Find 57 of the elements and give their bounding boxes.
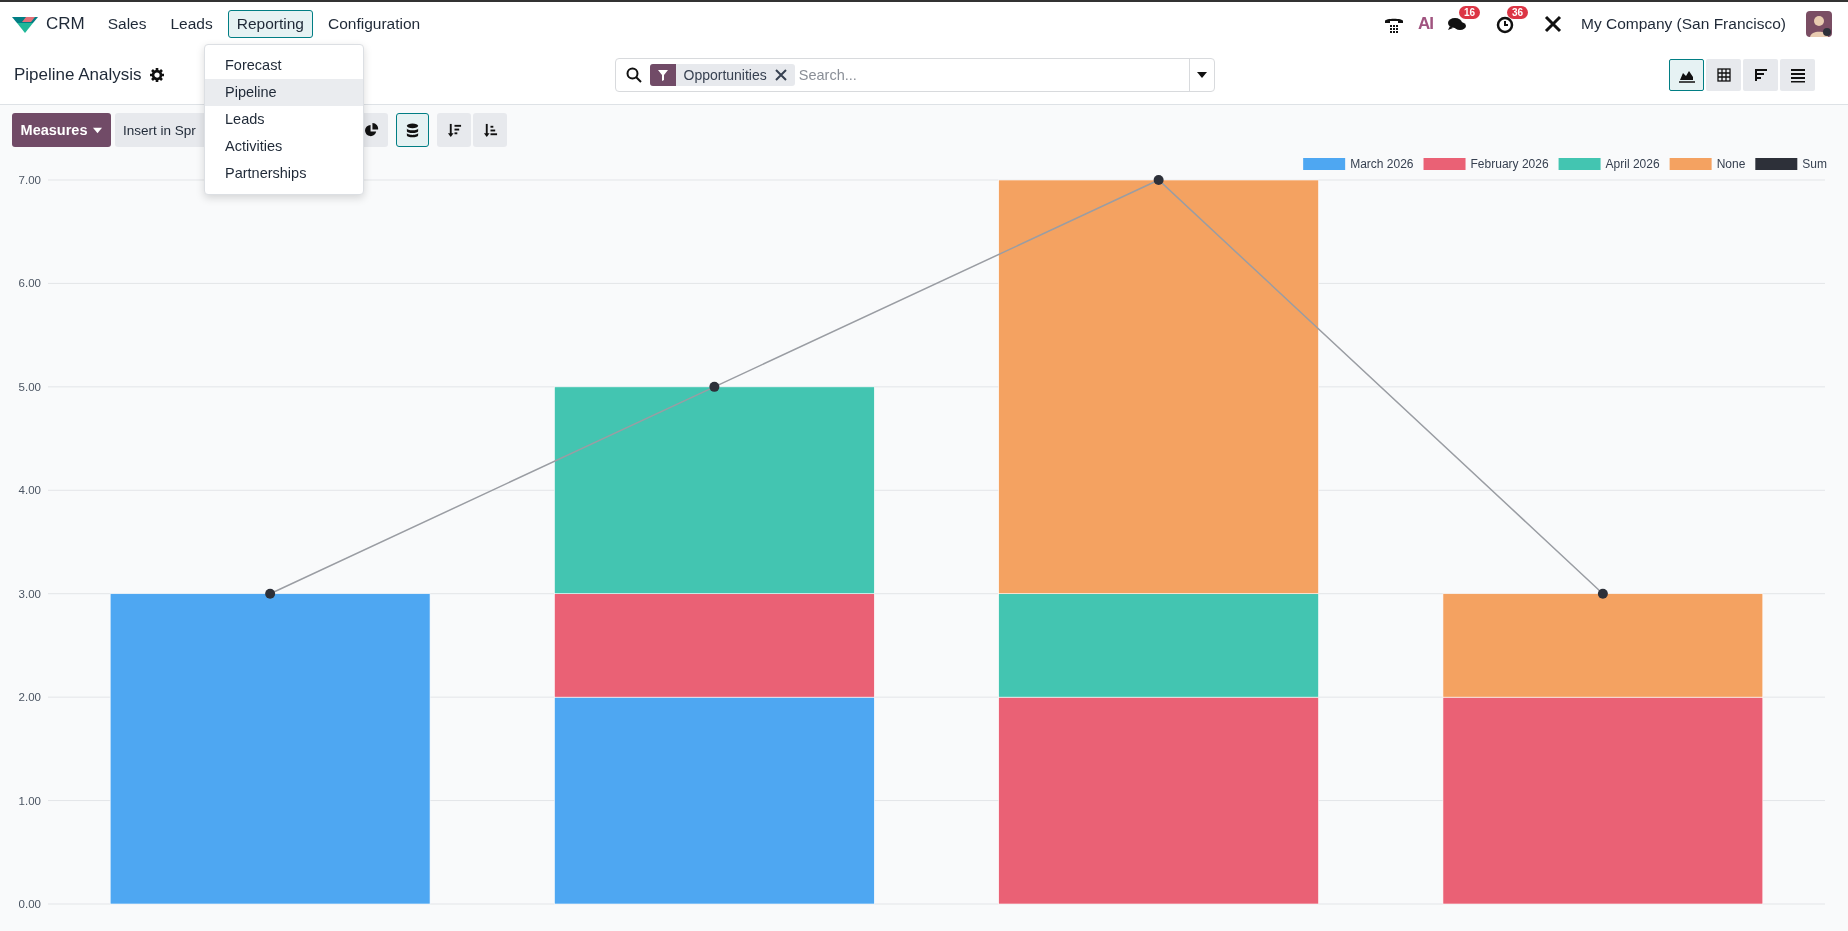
data-point[interactable] bbox=[1153, 175, 1164, 185]
menu-item[interactable]: Reporting bbox=[227, 10, 313, 38]
data-point[interactable] bbox=[265, 588, 276, 599]
search-field[interactable]: Opportunities Search... bbox=[614, 58, 1215, 92]
axis-label: 0.00 bbox=[18, 898, 41, 910]
logo-icon[interactable] bbox=[12, 15, 38, 33]
sort-icon bbox=[482, 122, 498, 138]
list-icon bbox=[1789, 67, 1806, 83]
company-switcher[interactable]: My Company (San Francisco) bbox=[1581, 15, 1786, 33]
measures-button[interactable]: Measures bbox=[12, 113, 111, 147]
page-title: Pipeline Analysis bbox=[14, 65, 142, 85]
axis-label: 7.00 bbox=[18, 174, 41, 186]
menu-item[interactable]: Leads bbox=[205, 106, 363, 133]
clock-icon[interactable] bbox=[1495, 14, 1515, 34]
filter-icon bbox=[649, 64, 676, 86]
close-icon[interactable] bbox=[774, 69, 787, 81]
sort-button[interactable] bbox=[437, 113, 471, 147]
ai-logo[interactable]: AI bbox=[1418, 14, 1433, 34]
axis-label: 6.00 bbox=[18, 277, 41, 290]
legend-label[interactable]: None bbox=[1716, 157, 1746, 171]
menu-item[interactable]: Pipeline bbox=[205, 79, 363, 106]
axis-label: 3.00 bbox=[18, 587, 41, 600]
menu-item[interactable]: Activities bbox=[205, 133, 363, 160]
count-badge: 16 bbox=[1459, 6, 1481, 19]
legend-label[interactable]: March 2026 bbox=[1350, 157, 1414, 171]
view-button[interactable] bbox=[1706, 59, 1741, 91]
filter-facet[interactable]: Opportunities bbox=[649, 64, 795, 86]
menu-item[interactable]: Leads bbox=[161, 10, 222, 38]
view-button[interactable] bbox=[1669, 59, 1704, 91]
legend-label[interactable]: Sum bbox=[1802, 157, 1827, 171]
avatar-icon[interactable] bbox=[1806, 11, 1832, 37]
count-badge: 36 bbox=[1507, 6, 1529, 19]
sort-icon bbox=[446, 122, 462, 138]
view-button[interactable] bbox=[1743, 59, 1778, 91]
app-name[interactable]: CRM bbox=[46, 14, 85, 34]
legend-label[interactable]: April 2026 bbox=[1605, 157, 1660, 171]
data-point[interactable] bbox=[709, 381, 720, 392]
caret-icon[interactable] bbox=[1196, 72, 1207, 78]
sort-button[interactable] bbox=[473, 113, 507, 147]
axis-label: 2.00 bbox=[18, 691, 41, 704]
pie-chart-icon bbox=[364, 122, 379, 138]
menu-item[interactable]: Partnerships bbox=[205, 160, 363, 187]
menu-item[interactable]: Sales bbox=[98, 10, 156, 38]
stack-icon bbox=[405, 122, 420, 138]
data-point[interactable] bbox=[1597, 588, 1608, 599]
legend-label[interactable]: February 2026 bbox=[1470, 157, 1549, 171]
axis-label: 4.00 bbox=[18, 484, 41, 497]
table-icon bbox=[1715, 67, 1732, 83]
axis-label: 1.00 bbox=[18, 794, 41, 807]
bars-icon bbox=[1752, 67, 1769, 83]
view-button[interactable] bbox=[1780, 59, 1815, 91]
axis-label: 5.00 bbox=[18, 380, 41, 393]
settings-icon[interactable] bbox=[149, 68, 164, 82]
chart-mode-button[interactable] bbox=[396, 113, 429, 147]
menu-item[interactable]: Configuration bbox=[318, 10, 430, 38]
search-icon bbox=[625, 67, 642, 83]
menu-item[interactable]: Forecast bbox=[205, 52, 363, 79]
